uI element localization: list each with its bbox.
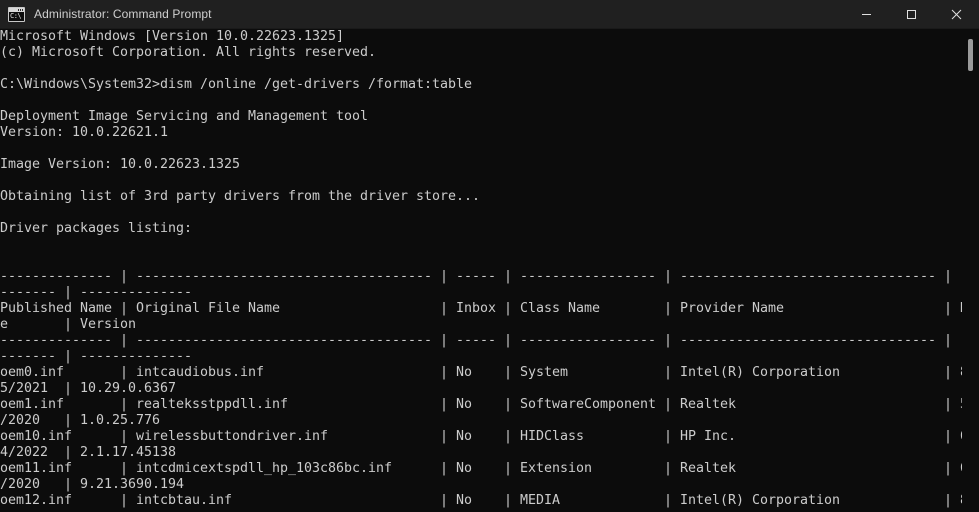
window-title: Administrator: Command Prompt [34, 7, 212, 21]
console-icon-prompt-text: C:\ [10, 11, 22, 20]
console-output-area[interactable]: Microsoft Windows [Version 10.0.22623.13… [0, 29, 979, 512]
console-icon: C:\ [8, 6, 25, 22]
console-scrollbar[interactable] [962, 29, 979, 512]
minimize-button[interactable] [844, 0, 889, 29]
console-text: Microsoft Windows [Version 10.0.22623.13… [0, 29, 979, 508]
maximize-button[interactable] [889, 0, 934, 29]
close-button[interactable] [934, 0, 979, 29]
window-controls [844, 0, 979, 29]
command-prompt-window: C:\ Administrator: Command Prompt Micros… [0, 0, 979, 512]
scrollbar-thumb[interactable] [968, 39, 973, 71]
title-bar[interactable]: C:\ Administrator: Command Prompt [0, 0, 979, 29]
console-icon-dots [18, 8, 23, 11]
